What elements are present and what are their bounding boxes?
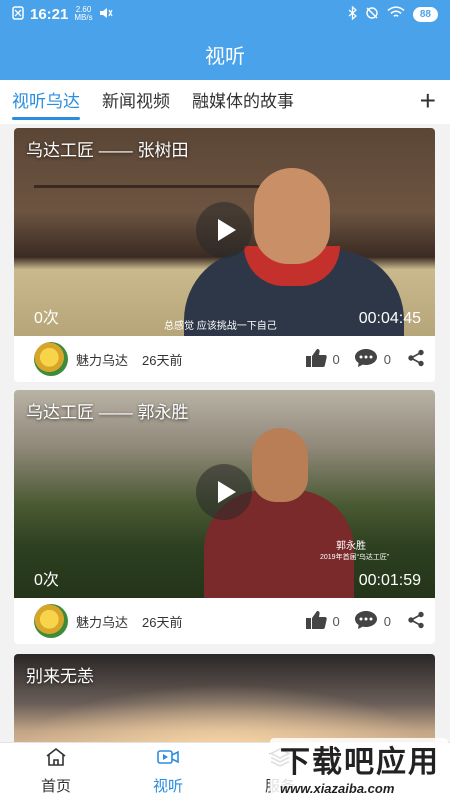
bluetooth-icon: [348, 5, 357, 23]
status-time: 16:21: [30, 5, 69, 23]
share-icon[interactable]: [407, 349, 425, 370]
network-speed-unit: MB/s: [74, 13, 93, 22]
home-icon: [45, 747, 67, 771]
video-title: 乌达工匠 —— 张树田: [26, 141, 189, 160]
watermark-text: 下载吧应用: [280, 744, 440, 780]
tab-video-label: 视听: [152, 778, 183, 795]
play-button-icon[interactable]: [196, 202, 252, 258]
network-speed: 2.60 MB/s: [74, 6, 92, 22]
wifi-icon: [387, 6, 405, 22]
comment-icon[interactable]: [354, 348, 378, 371]
view-count: 0次: [34, 310, 59, 327]
like-icon[interactable]: [305, 348, 327, 371]
share-icon[interactable]: [407, 611, 425, 632]
status-bar: 16:21 2.60 MB/s 88: [0, 0, 450, 28]
publish-time: 26天前: [142, 352, 183, 368]
mute-icon: [99, 6, 113, 22]
comment-icon[interactable]: [354, 610, 378, 633]
video-duration: 00:04:45: [358, 310, 421, 327]
video-thumbnail[interactable]: 乌达工匠 —— 郭永胜 郭永胜 2019年首届“乌达工匠” 0次 00:01:5…: [14, 390, 435, 598]
person-head: [254, 168, 330, 264]
sim-icon: [12, 5, 24, 23]
video-meta: 魅力乌达 26天前 0 0: [14, 336, 435, 382]
tab-home-label: 首页: [40, 778, 71, 795]
tab-shiting-wuda[interactable]: 视听乌达: [12, 80, 80, 124]
tab-media-stories[interactable]: 融媒体的故事: [192, 80, 294, 124]
page-title: 视听: [205, 45, 245, 68]
tab-home[interactable]: 首页: [0, 743, 112, 800]
like-count: 0: [332, 613, 340, 629]
site-watermark: 下载吧应用 www.xiazaiba.com: [270, 738, 448, 796]
name-caption: 郭永胜: [336, 541, 366, 552]
video-meta: 魅力乌达 26天前 0 0: [14, 598, 435, 644]
comment-count: 0: [383, 351, 391, 367]
page-header: 视听: [0, 28, 450, 80]
video-card[interactable]: 乌达工匠 —— 郭永胜 郭永胜 2019年首届“乌达工匠” 0次 00:01:5…: [14, 390, 435, 644]
publisher-name[interactable]: 魅力乌达: [76, 612, 128, 631]
play-button-icon[interactable]: [196, 464, 252, 520]
alarm-off-icon: [365, 6, 379, 23]
video-thumbnail[interactable]: 乌达工匠 —— 张树田 0次 总感觉 应该挑战一下自己 00:04:45: [14, 128, 435, 336]
battery-indicator: 88: [412, 6, 438, 22]
publisher-name[interactable]: 魅力乌达: [76, 350, 128, 369]
category-tabs: 视听乌达 新闻视频 融媒体的故事 +: [0, 80, 450, 124]
tab-news-video[interactable]: 新闻视频: [102, 80, 170, 124]
add-channel-button[interactable]: +: [420, 86, 436, 116]
publish-time: 26天前: [142, 614, 183, 630]
video-card[interactable]: 乌达工匠 —— 张树田 0次 总感觉 应该挑战一下自己 00:04:45 魅力乌…: [14, 128, 435, 382]
video-icon: [156, 747, 180, 771]
name-caption-sub: 2019年首届“乌达工匠”: [320, 554, 390, 561]
view-count: 0次: [34, 572, 59, 589]
tab-video[interactable]: 视听: [112, 743, 224, 800]
watermark-url: www.xiazaiba.com: [280, 780, 395, 796]
video-subtitle: 总感觉 应该挑战一下自己: [164, 321, 277, 332]
video-title: 别来无恙: [26, 667, 94, 686]
publisher-avatar[interactable]: [34, 342, 68, 376]
video-title: 乌达工匠 —— 郭永胜: [26, 403, 189, 422]
like-count: 0: [332, 351, 340, 367]
video-duration: 00:01:59: [358, 572, 421, 589]
comment-count: 0: [383, 613, 391, 629]
like-icon[interactable]: [305, 610, 327, 633]
person-head: [252, 428, 308, 502]
publisher-avatar[interactable]: [34, 604, 68, 638]
